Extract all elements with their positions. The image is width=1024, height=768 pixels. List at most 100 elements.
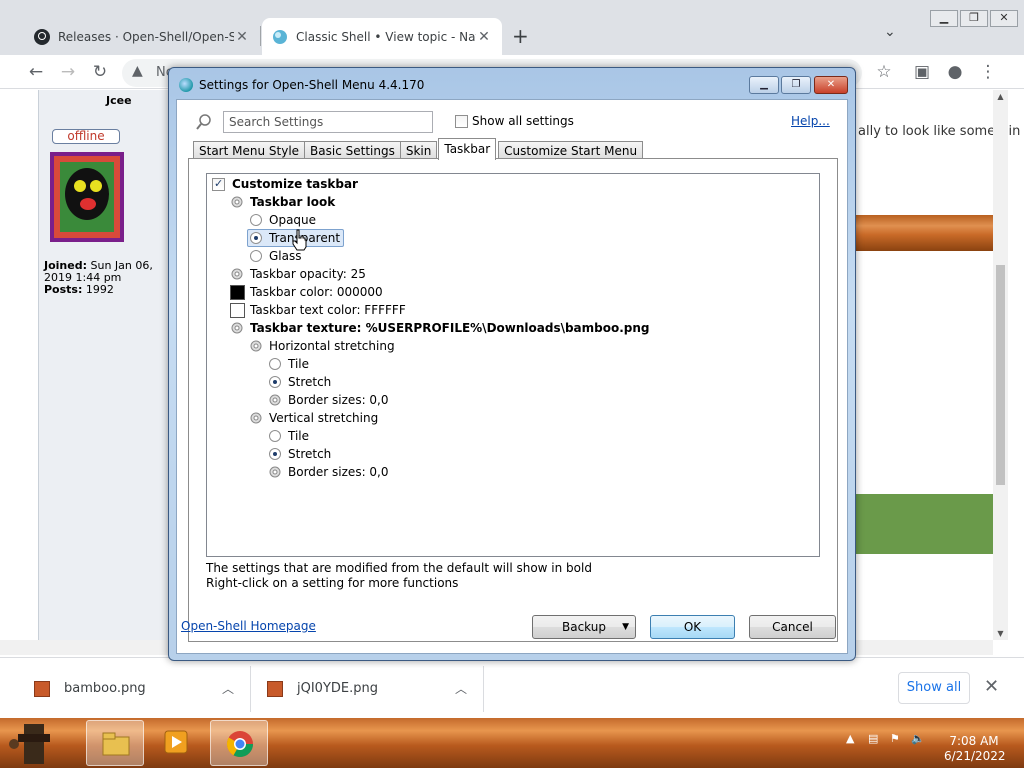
network-icon[interactable]: ▤ <box>868 732 878 745</box>
homepage-link[interactable]: Open-Shell Homepage <box>181 619 316 633</box>
gear-icon <box>250 412 262 424</box>
setting-label: Border sizes: 0,0 <box>288 393 389 407</box>
maximize-icon[interactable]: ❐ <box>781 76 811 94</box>
clock-time: 7:08 AM <box>949 734 999 748</box>
clock[interactable]: 7:08 AM 6/21/2022 <box>944 734 1006 764</box>
help-link[interactable]: Help... <box>791 114 830 128</box>
github-icon <box>34 28 50 45</box>
minimize-icon[interactable]: ▁ <box>930 10 958 27</box>
taskbar-look-row[interactable]: Taskbar look <box>230 193 335 211</box>
scroll-thumb[interactable] <box>996 265 1005 485</box>
tab-releases[interactable]: Releases · Open-Shell/Open-Shell-Menu ✕ <box>24 18 260 55</box>
reload-icon[interactable]: ↻ <box>88 60 112 84</box>
close-icon[interactable]: ✕ <box>990 10 1018 27</box>
horizontal-stretching-row[interactable]: Horizontal stretching <box>249 337 395 355</box>
option-label: Glass <box>269 249 302 263</box>
taskbar-color-row[interactable]: Taskbar color: 000000 <box>230 283 383 301</box>
cancel-button[interactable]: Cancel <box>749 615 836 639</box>
close-icon[interactable]: ✕ <box>814 76 848 94</box>
gear-icon <box>250 340 262 352</box>
color-swatch <box>230 284 245 300</box>
option-label: Opaque <box>269 213 317 227</box>
clock-date: 6/21/2022 <box>944 749 1006 763</box>
option-label: Stretch <box>288 375 332 389</box>
radio-button[interactable] <box>269 448 281 460</box>
forward-icon[interactable]: → <box>56 60 80 84</box>
side-panel-icon[interactable]: ▣ <box>910 60 934 84</box>
download-item[interactable]: jQI0YDE.png ︿ <box>267 658 467 719</box>
h-tile-row[interactable]: Tile <box>269 355 309 373</box>
option-label: Tile <box>288 357 310 371</box>
button-label: Backup <box>562 620 606 634</box>
show-all-settings-checkbox[interactable]: Show all settings <box>455 114 574 128</box>
back-icon[interactable]: ← <box>24 60 48 84</box>
ok-button[interactable]: OK <box>650 615 735 639</box>
v-stretch-row[interactable]: Stretch <box>269 445 331 463</box>
start-button-icon[interactable] <box>2 720 66 766</box>
chevron-up-icon[interactable]: ︿ <box>455 680 467 697</box>
minimize-icon[interactable]: ▁ <box>749 76 779 94</box>
maximize-icon[interactable]: ❐ <box>960 10 988 27</box>
download-item[interactable]: bamboo.png ︿ <box>34 658 234 719</box>
chevron-up-icon[interactable]: ︿ <box>222 680 234 697</box>
checkbox[interactable] <box>455 114 468 128</box>
action-center-icon[interactable]: ⚑ <box>890 732 900 745</box>
radio-button[interactable] <box>250 214 262 226</box>
backup-button[interactable]: Backup ▼ <box>532 615 636 639</box>
close-icon[interactable]: ✕ <box>476 29 492 45</box>
vertical-scrollbar[interactable]: ▲ ▼ <box>993 90 1008 640</box>
media-player-task[interactable] <box>148 720 206 766</box>
radio-button[interactable] <box>250 250 262 262</box>
radio-button[interactable] <box>269 430 281 442</box>
h-stretch-row[interactable]: Stretch <box>269 373 331 391</box>
divider <box>250 666 251 712</box>
note-line: The settings that are modified from the … <box>206 561 592 575</box>
close-icon[interactable]: ✕ <box>984 676 999 697</box>
dropdown-arrow-icon: ▼ <box>622 622 629 632</box>
image-file-icon <box>34 680 50 697</box>
gear-icon <box>269 466 281 478</box>
h-border-row[interactable]: Border sizes: 0,0 <box>268 391 389 409</box>
texture-row[interactable]: Taskbar texture: %USERPROFILE%\Downloads… <box>230 319 650 337</box>
bamboo-image <box>855 215 993 251</box>
new-tab-button[interactable]: + <box>512 24 529 48</box>
radio-button[interactable] <box>250 232 262 244</box>
hand-cursor-icon <box>292 229 307 251</box>
open-shell-icon <box>179 78 193 92</box>
chrome-task[interactable] <box>210 720 268 766</box>
tab-search-icon[interactable]: ⌄ <box>884 24 896 40</box>
bookmark-star-icon[interactable]: ☆ <box>872 60 896 84</box>
radio-button[interactable] <box>269 376 281 388</box>
username[interactable]: Jcee <box>106 94 132 107</box>
setting-label: Taskbar opacity: 25 <box>250 267 366 281</box>
posts-label: Posts: <box>44 283 83 296</box>
vertical-stretching-row[interactable]: Vertical stretching <box>249 409 378 427</box>
volume-icon[interactable]: 🔈 <box>911 732 925 745</box>
v-tile-row[interactable]: Tile <box>269 427 309 445</box>
search-icon <box>196 114 211 130</box>
scroll-down-icon[interactable]: ▼ <box>993 629 1008 638</box>
scroll-up-icon[interactable]: ▲ <box>993 92 1008 101</box>
note-line: Right-click on a setting for more functi… <box>206 576 459 590</box>
avatar <box>50 152 124 242</box>
radio-button[interactable] <box>269 358 281 370</box>
opaque-row[interactable]: Opaque <box>250 211 316 229</box>
warning-icon[interactable]: ▲ <box>132 63 143 79</box>
chevron-up-icon[interactable]: ▲ <box>846 732 854 745</box>
checkbox[interactable] <box>212 177 225 191</box>
tab-classic-shell[interactable]: Classic Shell • View topic - Natural ✕ <box>262 18 502 55</box>
customize-taskbar-row[interactable]: Customize taskbar <box>212 175 358 193</box>
tab-divider <box>260 26 261 46</box>
chrome-icon <box>226 731 254 758</box>
tab-strip: Releases · Open-Shell/Open-Shell-Menu ✕ … <box>0 0 1024 55</box>
show-all-button[interactable]: Show all <box>898 672 970 704</box>
file-explorer-task[interactable] <box>86 720 144 766</box>
profile-icon[interactable]: ● <box>943 60 967 84</box>
close-icon[interactable]: ✕ <box>234 29 250 45</box>
tab-taskbar[interactable]: Taskbar <box>438 138 497 160</box>
search-input[interactable]: Search Settings <box>223 111 433 133</box>
menu-icon[interactable]: ⋮ <box>976 60 1000 84</box>
opacity-row[interactable]: Taskbar opacity: 25 <box>230 265 366 283</box>
text-color-row[interactable]: Taskbar text color: FFFFFF <box>230 301 406 319</box>
v-border-row[interactable]: Border sizes: 0,0 <box>268 463 389 481</box>
